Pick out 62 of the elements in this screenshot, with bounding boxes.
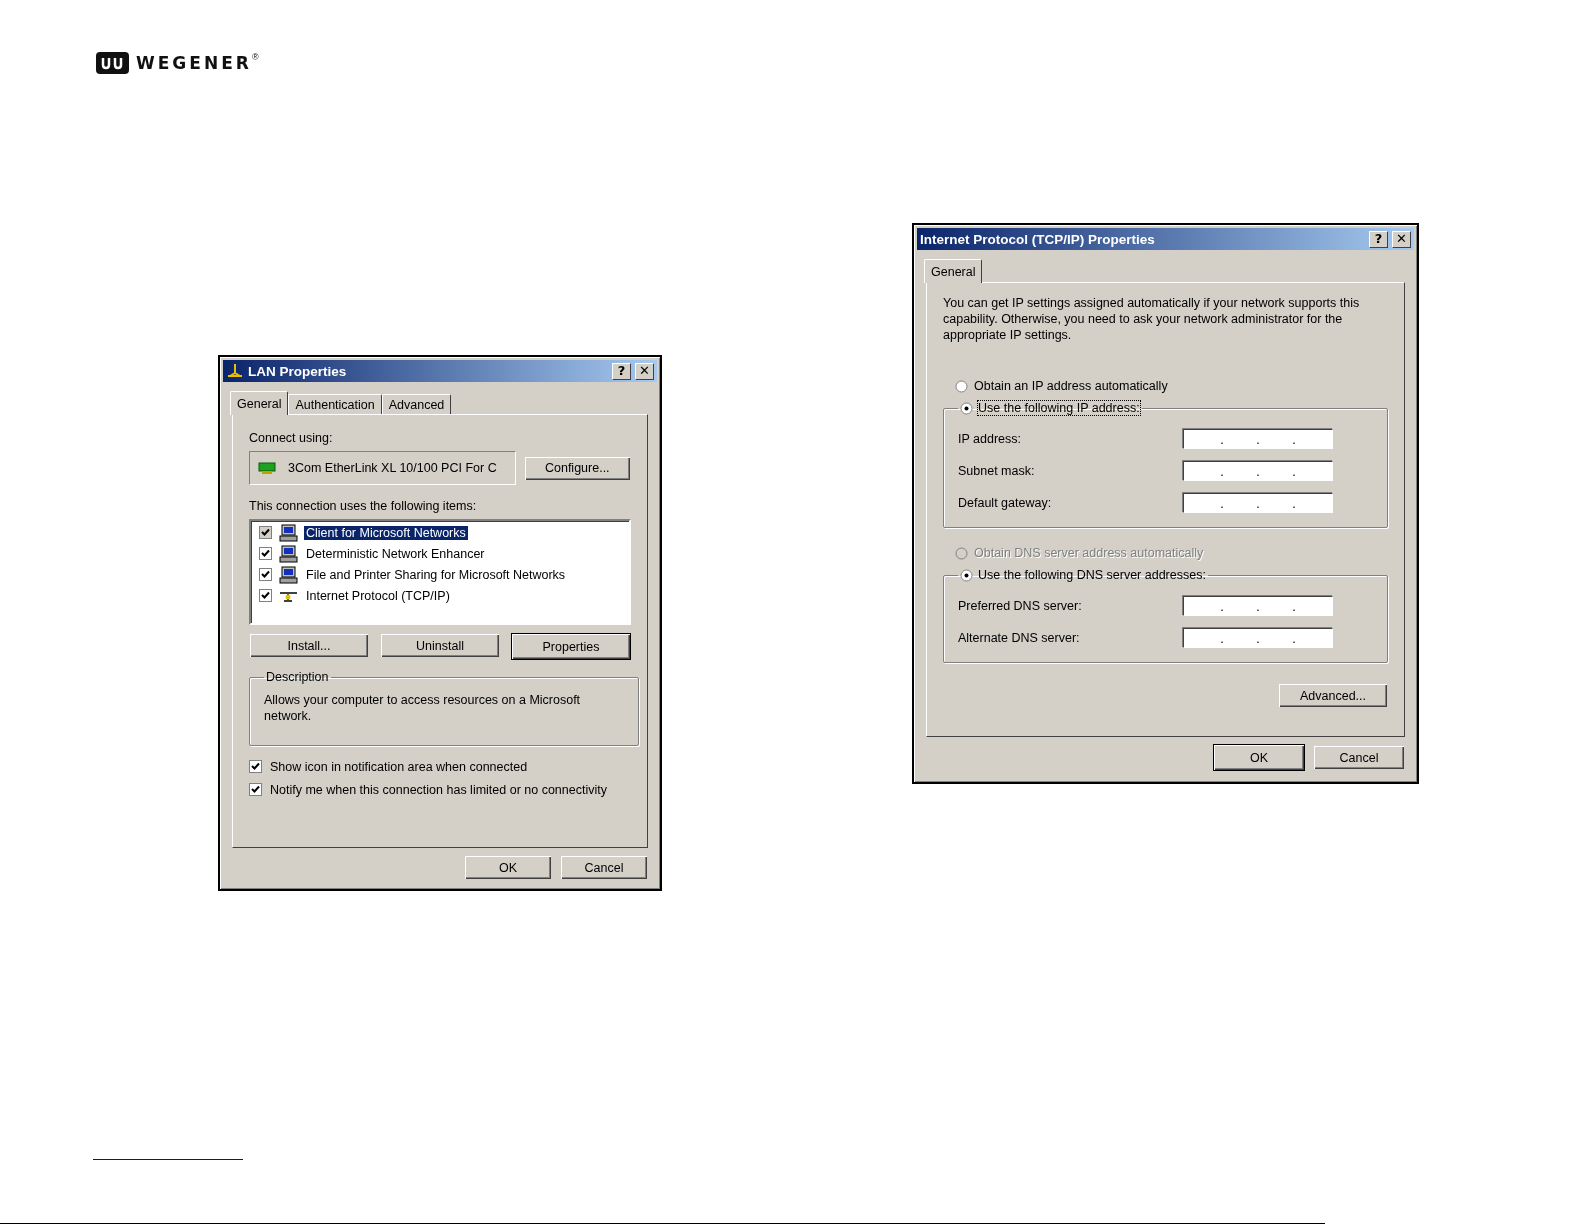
radio-label: Use the following DNS server addresses: <box>978 568 1206 582</box>
checkbox[interactable] <box>259 589 272 602</box>
ip-address-field[interactable]: . . . <box>1183 429 1333 449</box>
ok-button[interactable]: OK <box>1213 744 1305 771</box>
action-button[interactable]: Properties <box>511 633 631 660</box>
help-button[interactable]: ? <box>1369 230 1388 248</box>
checkbox[interactable] <box>249 760 262 773</box>
tab[interactable]: General <box>230 391 289 415</box>
radio-button[interactable] <box>960 568 973 582</box>
action-button[interactable]: Install... <box>249 633 369 658</box>
checkbox-label: Notify me when this connection has limited or no connectivity <box>270 782 607 797</box>
registered-mark: ® <box>251 52 259 62</box>
action-button[interactable]: Uninstall <box>380 633 500 658</box>
radio-label: Use the following IP address: <box>978 401 1140 415</box>
cancel-button[interactable]: Cancel <box>1313 745 1405 770</box>
checkbox[interactable] <box>259 526 272 539</box>
field-label: Default gateway: <box>958 496 1052 510</box>
checkbox[interactable] <box>249 783 262 796</box>
description-text: Allows your computer to access resources on a Microsoft network. <box>264 692 582 724</box>
configure-button[interactable]: Configure... <box>523 455 631 481</box>
checkbox[interactable] <box>259 568 272 581</box>
logo-icon <box>95 51 130 75</box>
radio-button[interactable] <box>960 401 973 415</box>
field-label: Alternate DNS server: <box>958 631 1080 645</box>
cancel-button[interactable]: Cancel <box>560 855 648 880</box>
ip-address-field[interactable]: . . . <box>1183 461 1333 481</box>
tab[interactable]: Advanced <box>381 394 452 414</box>
advanced-button[interactable]: Advanced... <box>1278 683 1388 708</box>
list-item[interactable]: Client for Microsoft Networks <box>304 525 468 540</box>
radio-label: Obtain DNS server address automatically <box>974 546 1204 560</box>
ip-address-field[interactable]: . . . <box>1183 493 1333 513</box>
intro-text: You can get IP settings assigned automatically if your network supports this capability. Otherwise, you need to ask your network administrator for the appropriate IP settings. <box>943 295 1361 343</box>
radio-label: Obtain an IP address automatically <box>974 379 1168 393</box>
checkbox[interactable] <box>259 547 272 560</box>
close-button[interactable]: ✕ <box>1392 230 1411 248</box>
ip-address-field[interactable]: . . . <box>1183 596 1333 616</box>
field-label: Subnet mask: <box>958 464 1035 478</box>
tab[interactable]: Authentication <box>288 394 382 414</box>
list-item[interactable]: Internet Protocol (TCP/IP) <box>304 588 452 603</box>
ok-button[interactable]: OK <box>464 855 552 880</box>
window-title: Internet Protocol (TCP/IP) Properties <box>920 231 1156 247</box>
field-label: Connect using: <box>249 431 334 445</box>
computer-icon <box>278 523 298 542</box>
computer-icon <box>278 565 298 584</box>
network-icon <box>226 363 244 379</box>
help-button[interactable]: ? <box>612 362 631 380</box>
group-title: Description <box>266 670 329 684</box>
tab[interactable]: General <box>924 259 983 283</box>
field-label: IP address: <box>958 432 1021 446</box>
window-title: LAN Properties <box>248 363 348 379</box>
close-button[interactable]: ✕ <box>635 362 654 380</box>
ip-address-field[interactable]: . . . <box>1183 628 1333 648</box>
list-item[interactable]: File and Printer Sharing for Microsoft Networks <box>304 567 568 582</box>
radio-button[interactable] <box>955 379 968 393</box>
list-label: This connection uses the following items: <box>249 499 478 513</box>
adapter-name: 3Com EtherLink XL 10/100 PCI For C <box>288 461 497 475</box>
checkbox-label: Show icon in notification area when connected <box>270 759 528 774</box>
computer-icon <box>278 544 298 563</box>
list-item[interactable]: Deterministic Network Enhancer <box>304 546 487 561</box>
network-card-icon <box>258 462 278 474</box>
field-label: Preferred DNS server: <box>958 599 1082 613</box>
logo-text: WEGENER <box>136 53 252 73</box>
